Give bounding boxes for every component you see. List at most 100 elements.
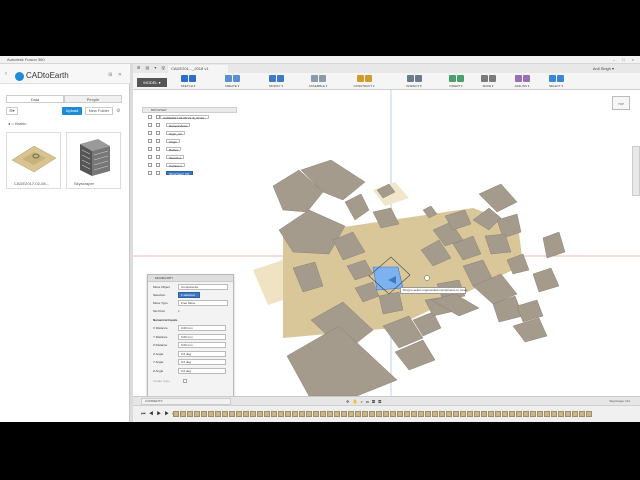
move-type-select[interactable]: Free Move	[178, 300, 228, 306]
expand-arrow-icon[interactable]	[148, 171, 152, 175]
workspace-switcher[interactable]: MODEL ▾	[137, 78, 167, 87]
selection-field[interactable]: 1 selected	[178, 292, 200, 298]
breadcrumb[interactable]: ◂ ⌂ Harbin	[8, 121, 26, 126]
timeline-feature-icon[interactable]	[474, 411, 480, 417]
timeline-feature-icon[interactable]	[558, 411, 564, 417]
timeline-feature-icon[interactable]	[565, 411, 571, 417]
timeline-feature-icon[interactable]	[341, 411, 347, 417]
timeline-feature-icon[interactable]	[530, 411, 536, 417]
timeline-feature-icon[interactable]	[278, 411, 284, 417]
back-arrow-icon[interactable]: ‹	[5, 71, 7, 77]
text-commands-panel[interactable]	[632, 146, 640, 196]
expand-arrow-icon[interactable]	[148, 115, 152, 119]
timeline-feature-icon[interactable]	[432, 411, 438, 417]
timeline-feature-icon[interactable]	[285, 411, 291, 417]
browser-row[interactable]: Sketches	[142, 153, 237, 161]
expand-arrow-icon[interactable]	[148, 155, 152, 159]
timeline-feature-icon[interactable]	[215, 411, 221, 417]
timeline-feature-icon[interactable]	[327, 411, 333, 417]
section-numerical-inputs[interactable]: Numerical Inputs	[153, 317, 233, 323]
tool-group-4[interactable]: CONSTRUCT ▾	[349, 75, 379, 89]
new-folder-button[interactable]: New Folder	[85, 107, 113, 115]
timeline-feature-icon[interactable]	[404, 411, 410, 417]
visibility-toggle[interactable]	[156, 147, 160, 151]
expand-arrow-icon[interactable]	[148, 131, 152, 135]
visibility-toggle[interactable]	[156, 155, 160, 159]
timeline-feature-icon[interactable]	[376, 411, 382, 417]
numeric-input-field[interactable]: 0.0 deg	[178, 359, 226, 365]
timeline-feature-icon[interactable]	[362, 411, 368, 417]
timeline-feature-icon[interactable]	[173, 411, 179, 417]
timeline-feature-icon[interactable]	[271, 411, 277, 417]
timeline-feature-icon[interactable]	[355, 411, 361, 417]
numeric-input-field[interactable]: 0.00 mm	[178, 333, 226, 340]
timeline-feature-icon[interactable]	[383, 411, 389, 417]
tool-group-1[interactable]: CREATE ▾	[217, 75, 247, 89]
timeline-feature-icon[interactable]	[299, 411, 305, 417]
navigation-tools[interactable]: ✥ ✋ ⌕ ▭ ▦ ▤	[346, 399, 382, 404]
expand-arrow-icon[interactable]	[148, 163, 152, 167]
timeline-feature-icon[interactable]	[411, 411, 417, 417]
timeline-feature-icon[interactable]	[439, 411, 445, 417]
timeline-feature-icon[interactable]	[509, 411, 515, 417]
browser-row[interactable]: Bodies	[142, 145, 237, 153]
visibility-toggle[interactable]	[156, 171, 160, 175]
timeline-feature-icon[interactable]	[180, 411, 186, 417]
timeline-feature-icon[interactable]	[446, 411, 452, 417]
timeline-feature-icon[interactable]	[264, 411, 270, 417]
create-copy-checkbox[interactable]	[183, 379, 187, 383]
timeline-feature-icon[interactable]	[481, 411, 487, 417]
tool-group-6[interactable]: INSERT ▾	[441, 75, 471, 89]
timeline-feature-icon[interactable]	[320, 411, 326, 417]
timeline-feature-icon[interactable]	[488, 411, 494, 417]
view-toggle[interactable]: ⊞▾	[6, 107, 18, 115]
timeline-feature-icon[interactable]	[257, 411, 263, 417]
tool-group-0[interactable]: SKETCH ▾	[173, 75, 203, 89]
panel-actions-icons[interactable]: ⊞ ✕	[108, 72, 124, 78]
tool-group-3[interactable]: ASSEMBLE ▾	[303, 75, 333, 89]
timeline-feature-icon[interactable]	[467, 411, 473, 417]
numeric-input-field[interactable]: 0.00 mm	[178, 342, 226, 348]
numeric-input-field[interactable]: 0.0 deg	[178, 367, 226, 374]
timeline-feature-icon[interactable]	[537, 411, 543, 417]
tool-group-9[interactable]: SELECT ▾	[541, 75, 571, 89]
timeline-feature-icon[interactable]	[236, 411, 242, 417]
tool-group-8[interactable]: ADD-INS ▾	[507, 75, 537, 89]
timeline-feature-icon[interactable]	[348, 411, 354, 417]
timeline-feature-icon[interactable]	[516, 411, 522, 417]
move-object-select[interactable]: Components	[178, 284, 228, 290]
browser-row[interactable]: Named Views	[142, 121, 237, 129]
expand-arrow-icon[interactable]	[148, 147, 152, 151]
timeline-feature-icon[interactable]	[390, 411, 396, 417]
timeline-feature-icon[interactable]	[369, 411, 375, 417]
tab-people[interactable]: People	[64, 95, 122, 103]
timeline-feature-icon[interactable]	[306, 411, 312, 417]
timeline-feature-icon[interactable]	[250, 411, 256, 417]
file-card[interactable]: CADE2017-02-08...	[6, 132, 61, 189]
browser-row[interactable]: Surface:1	[142, 161, 237, 169]
expand-arrow-icon[interactable]	[148, 123, 152, 127]
timeline-feature-icon[interactable]	[586, 411, 592, 417]
visibility-toggle[interactable]	[156, 123, 160, 127]
timeline-feature-icon[interactable]	[187, 411, 193, 417]
timeline-feature-icon[interactable]	[523, 411, 529, 417]
tool-group-7[interactable]: MAKE ▾	[473, 75, 503, 89]
document-tab[interactable]: CADE201..._2018 v1	[168, 65, 228, 73]
visibility-toggle[interactable]	[156, 139, 160, 143]
timeline-feature-icon[interactable]	[292, 411, 298, 417]
timeline-feature-icon[interactable]	[313, 411, 319, 417]
browser-row[interactable]: Skyscraper v21	[142, 169, 237, 177]
timeline-feature-icon[interactable]	[502, 411, 508, 417]
upload-button[interactable]: Upload	[62, 107, 82, 115]
expand-arrow-icon[interactable]	[148, 139, 152, 143]
timeline-feature-icon[interactable]	[544, 411, 550, 417]
numeric-input-field[interactable]: 0.00 mm	[178, 325, 226, 331]
timeline-feature-icon[interactable]	[551, 411, 557, 417]
timeline-feature-icon[interactable]	[229, 411, 235, 417]
visibility-toggle[interactable]	[156, 131, 160, 135]
visibility-toggle[interactable]	[156, 163, 160, 167]
timeline-feature-icon[interactable]	[222, 411, 228, 417]
timeline-feature-icon[interactable]	[453, 411, 459, 417]
browser-row[interactable]: Orgin_ref	[142, 129, 237, 137]
timeline-feature-icon[interactable]	[425, 411, 431, 417]
